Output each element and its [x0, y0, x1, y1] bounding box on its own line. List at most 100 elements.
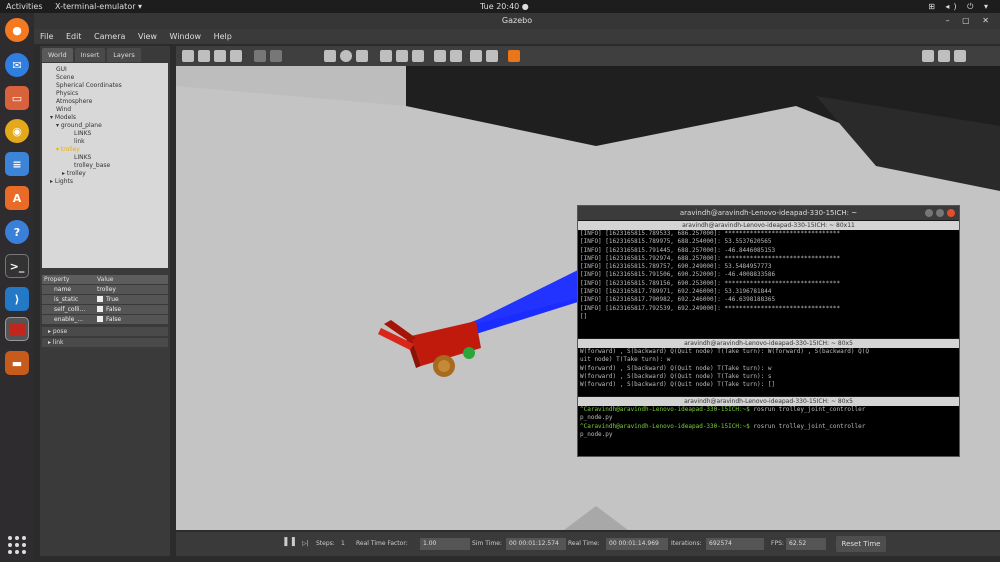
copy-icon[interactable] — [434, 50, 446, 62]
pane-title: aravindh@aravindh-Lenovo-ideapad-330-15I… — [578, 221, 959, 230]
property-value[interactable]: False — [97, 305, 121, 314]
sphere-shape-icon[interactable] — [340, 50, 352, 62]
tree-item[interactable]: Atmosphere — [56, 98, 92, 105]
menu-file[interactable]: File — [40, 32, 53, 41]
plot-icon[interactable] — [954, 50, 966, 62]
terminal-icon[interactable]: >_ — [5, 254, 29, 278]
tree-item[interactable]: GUI — [56, 66, 67, 73]
tree-item[interactable]: trolley_base — [74, 162, 110, 169]
terminal-pane-1[interactable]: aravindh@aravindh-Lenovo-ideapad-330-15I… — [578, 221, 959, 338]
tab-layers[interactable]: Layers — [107, 48, 141, 62]
steps-value[interactable]: 1 — [341, 540, 345, 547]
window-controls[interactable]: – ▢ ✕ — [946, 13, 994, 29]
pane-title: aravindh@aravindh-Lenovo-ideapad-330-15I… — [578, 339, 959, 348]
rotate-tool-icon[interactable] — [214, 50, 226, 62]
rtf-label: Real Time Factor: — [356, 540, 408, 547]
box-shape-icon[interactable] — [324, 50, 336, 62]
undo-icon[interactable] — [254, 50, 266, 62]
change-view-icon[interactable] — [508, 50, 520, 62]
tree-item[interactable]: ▾ Models — [50, 114, 76, 121]
step-icon[interactable]: ▷| — [302, 540, 309, 547]
dock: ● ✉ ▭ ◉ ≡ A ? >_ ⟩ ▬ — [0, 13, 34, 562]
thunderbird-icon[interactable]: ✉ — [5, 53, 29, 77]
terminal-pane-2[interactable]: aravindh@aravindh-Lenovo-ideapad-330-15I… — [578, 339, 959, 396]
rhythmbox-icon[interactable]: ◉ — [5, 119, 29, 143]
reset-time-button[interactable]: Reset Time — [836, 536, 886, 552]
redo-icon[interactable] — [270, 50, 282, 62]
group-link[interactable]: ▸ link — [42, 338, 168, 347]
property-row[interactable]: is_static True — [42, 295, 168, 304]
software-center-icon[interactable]: A — [5, 186, 29, 210]
gazebo-icon[interactable] — [5, 317, 29, 341]
property-value[interactable]: trolley — [97, 285, 116, 294]
help-icon[interactable]: ? — [5, 220, 29, 244]
activities-button[interactable]: Activities — [6, 0, 43, 13]
checkbox-checked[interactable] — [97, 296, 103, 302]
tree-item[interactable]: Spherical Coordinates — [56, 82, 122, 89]
terminal-line: [INFO] [1623165815.789156, 690.253000]: … — [580, 279, 841, 287]
terminal-line: W(forward) , S(backward) Q(Quit node) T(… — [580, 364, 772, 372]
point-light-icon[interactable] — [380, 50, 392, 62]
tree-item[interactable]: ▸ Lights — [50, 178, 73, 185]
menu-edit[interactable]: Edit — [66, 32, 82, 41]
checkbox-label: False — [106, 316, 122, 323]
tree-item[interactable]: link — [74, 138, 85, 145]
scale-tool-icon[interactable] — [230, 50, 242, 62]
checkbox[interactable] — [97, 316, 103, 322]
select-tool-icon[interactable] — [182, 50, 194, 62]
group-pose[interactable]: ▸ pose — [42, 327, 168, 336]
tree-item[interactable]: LINKS — [74, 154, 91, 161]
tree-item[interactable]: Wind — [56, 106, 71, 113]
menu-camera[interactable]: Camera — [94, 32, 125, 41]
directional-light-icon[interactable] — [412, 50, 424, 62]
files-icon[interactable]: ▭ — [5, 86, 29, 110]
cylinder-shape-icon[interactable] — [356, 50, 368, 62]
terminal-window[interactable]: aravindh@aravindh-Lenovo-ideapad-330-15I… — [577, 205, 960, 457]
menu-view[interactable]: View — [138, 32, 157, 41]
clock[interactable]: Tue 20:40 ● — [480, 0, 529, 13]
window-titlebar[interactable]: Gazebo – ▢ ✕ — [34, 13, 1000, 29]
terminal-titlebar[interactable]: aravindh@aravindh-Lenovo-ideapad-330-15I… — [578, 206, 959, 220]
terminal-line: W(forward) , S(backward) Q(Quit node) T(… — [580, 348, 869, 355]
books-icon[interactable]: ▬ — [5, 351, 29, 375]
translate-tool-icon[interactable] — [198, 50, 210, 62]
libreoffice-writer-icon[interactable]: ≡ — [5, 152, 29, 176]
menu-help[interactable]: Help — [214, 32, 232, 41]
tree-item[interactable]: Scene — [56, 74, 74, 81]
tree-item[interactable]: Physics — [56, 90, 78, 97]
property-value[interactable]: False — [97, 315, 121, 324]
tree-item[interactable]: ▸ trolley — [62, 170, 86, 177]
property-value[interactable]: True — [97, 295, 119, 304]
property-row[interactable]: name trolley — [42, 285, 168, 294]
maximize-icon[interactable] — [936, 209, 944, 217]
vscode-icon[interactable]: ⟩ — [5, 287, 29, 311]
screenshot-icon[interactable] — [922, 50, 934, 62]
pause-button[interactable]: ❚❚ — [282, 537, 297, 547]
menu-window[interactable]: Window — [169, 32, 201, 41]
tree-item[interactable]: ▾ ground_plane — [56, 122, 102, 129]
app-menu[interactable]: X-terminal-emulator ▾ — [55, 0, 142, 13]
minimize-icon[interactable] — [925, 209, 933, 217]
log-icon[interactable] — [938, 50, 950, 62]
tree-item[interactable]: LINKS — [74, 130, 91, 137]
paste-icon[interactable] — [450, 50, 462, 62]
property-key: self_colli... — [54, 306, 86, 313]
align-icon[interactable] — [470, 50, 482, 62]
system-tray[interactable]: ⊞ ◂) ⏻ ▾ — [928, 0, 992, 13]
show-apps-icon[interactable] — [8, 536, 26, 554]
tree-item-selected[interactable]: ▾ trolley — [56, 146, 80, 153]
property-row[interactable]: enable_... False — [42, 315, 168, 324]
close-icon[interactable] — [947, 209, 955, 217]
terminal-line: W(forward) , S(backward) Q(Quit node) T(… — [580, 372, 772, 380]
snap-icon[interactable] — [486, 50, 498, 62]
terminal-pane-3[interactable]: aravindh@aravindh-Lenovo-ideapad-330-15I… — [578, 397, 959, 456]
checkbox[interactable] — [97, 306, 103, 312]
property-row[interactable]: self_colli... False — [42, 305, 168, 314]
ground-horizon — [176, 66, 406, 106]
firefox-icon[interactable]: ● — [5, 18, 29, 42]
tab-world[interactable]: World — [42, 48, 73, 62]
spot-light-icon[interactable] — [396, 50, 408, 62]
tab-insert[interactable]: Insert — [74, 48, 106, 62]
trolley-model[interactable] — [378, 320, 481, 377]
terminal-line: p_node.py — [580, 430, 613, 438]
